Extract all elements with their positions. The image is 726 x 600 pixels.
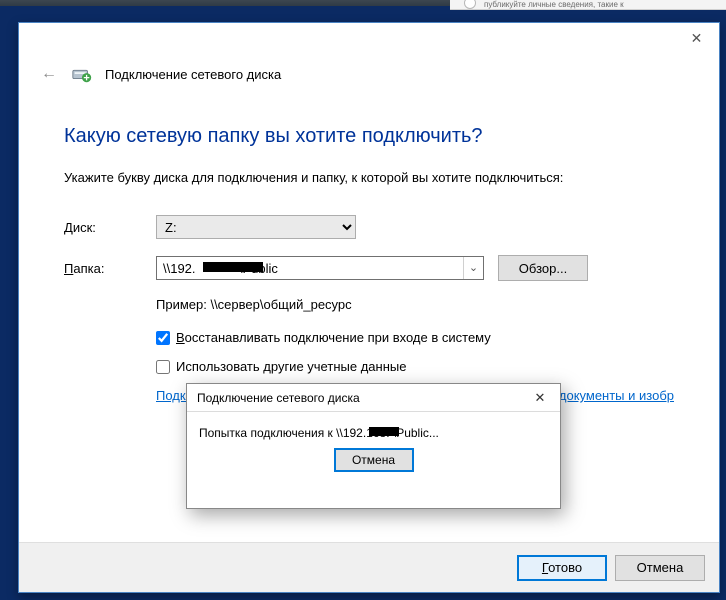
othercreds-checkbox[interactable]: [156, 360, 170, 374]
browser-hint-text: публикуйте личные сведения, такие к: [484, 0, 624, 9]
drive-select[interactable]: Z:: [156, 215, 356, 239]
reconnect-checkbox-row: Восстанавливать подключение при входе в …: [156, 330, 674, 345]
wizard-title: Подключение сетевого диска: [105, 67, 281, 82]
example-text: Пример: \\сервер\общий_ресурс: [156, 297, 674, 312]
back-arrow-icon[interactable]: ←: [39, 65, 59, 83]
drive-row: Диск: Z:: [64, 215, 674, 239]
folder-row: Папка: ⌄ Обзор...: [64, 255, 674, 281]
reconnect-checkbox[interactable]: [156, 331, 170, 345]
progress-cancel-button[interactable]: Отмена: [334, 448, 414, 472]
titlebar: ✕: [19, 23, 719, 59]
redaction-bar: [203, 262, 263, 272]
folder-combobox[interactable]: ⌄: [156, 256, 484, 280]
connect-website-link-right[interactable]: документы и изобр: [555, 388, 674, 403]
cancel-button[interactable]: Отмена: [615, 555, 705, 581]
folder-label: Папка:: [64, 261, 156, 276]
progress-body: Попытка подключения к \\192.168. \Public…: [187, 412, 560, 480]
othercreds-checkbox-row: Использовать другие учетные данные: [156, 359, 674, 374]
drive-label: Диск:: [64, 220, 156, 235]
redaction-bar-2: [369, 427, 399, 436]
progress-close-button[interactable]: ✕: [528, 390, 552, 406]
wizard-heading: Какую сетевую папку вы хотите подключить…: [64, 125, 674, 148]
wizard-instruction: Укажите букву диска для подключения и па…: [64, 170, 674, 185]
progress-message: Попытка подключения к \\192.168. \Public…: [199, 426, 439, 440]
network-drive-icon: [71, 63, 93, 85]
reconnect-label: Восстанавливать подключение при входе в …: [176, 330, 491, 345]
browse-button[interactable]: Обзор...: [498, 255, 588, 281]
browser-chrome-light: публикуйте личные сведения, такие к: [450, 0, 726, 10]
close-button[interactable]: ✕: [674, 23, 719, 53]
progress-title: Подключение сетевого диска: [197, 391, 360, 405]
finish-button[interactable]: Готово: [517, 555, 607, 581]
radio-icon: [464, 0, 476, 9]
connect-progress-dialog: Подключение сетевого диска ✕ Попытка под…: [186, 383, 561, 509]
progress-titlebar: Подключение сетевого диска ✕: [187, 384, 560, 412]
wizard-footer: Готово Отмена: [19, 542, 719, 592]
close-icon: ✕: [691, 30, 703, 47]
wizard-header: ← Подключение сетевого диска: [19, 59, 719, 97]
chevron-down-icon[interactable]: ⌄: [463, 257, 483, 279]
othercreds-label: Использовать другие учетные данные: [176, 359, 406, 374]
progress-footer: Отмена: [199, 440, 548, 472]
